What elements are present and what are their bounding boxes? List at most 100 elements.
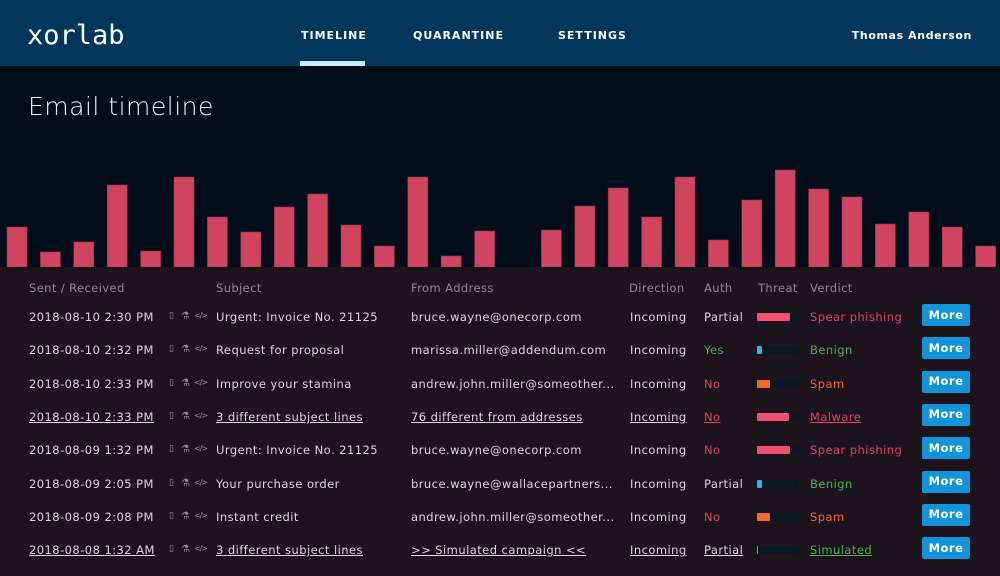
more-button[interactable]: More: [922, 537, 970, 560]
direction: Incoming: [630, 476, 687, 491]
chart-bar[interactable]: [708, 239, 729, 267]
more-button[interactable]: More: [922, 403, 970, 426]
top-navigation-bar: xorlab TIMELINE QUARANTINE SETTINGS Thom…: [0, 0, 1000, 66]
column-header-direction[interactable]: Direction: [629, 281, 685, 295]
from-address: bruce.wayne@wallacepartners...: [411, 476, 613, 491]
chart-bar[interactable]: [440, 255, 462, 267]
email-feature-icons: ▯ ⚗ </>: [166, 311, 208, 322]
chart-bar[interactable]: [340, 224, 362, 267]
verdict[interactable]: Malware: [810, 410, 861, 424]
chart-bar[interactable]: [541, 229, 562, 267]
more-button[interactable]: More: [922, 304, 970, 326]
verdict: Benign: [810, 343, 853, 358]
chart-bar[interactable]: [374, 245, 395, 267]
link-icon: ⚗: [181, 510, 190, 522]
chart-bar[interactable]: [273, 206, 295, 267]
column-header-threat[interactable]: Threat: [758, 281, 798, 295]
subject: Your purchase order: [216, 476, 340, 491]
chart-bar[interactable]: [875, 223, 896, 267]
from-address: andrew.john.miller@someother...: [411, 376, 615, 391]
column-header-sent[interactable]: Sent / Received: [29, 281, 125, 295]
auth-status[interactable]: Partial: [704, 543, 743, 557]
chart-bar[interactable]: [941, 226, 963, 267]
sent-received-date: 2018-08-09 2:08 PM: [29, 509, 154, 524]
table-row[interactable]: 2018-08-10 2:33 PM ▯ ⚗ </> Improve your stam…: [0, 370, 1000, 410]
chart-bar[interactable]: [240, 231, 262, 267]
table-row[interactable]: 2018-08-10 2:33 PM ▯ ⚗ </> 3 different subje…: [0, 403, 1000, 443]
subject: Urgent: Invoice No. 21125: [216, 443, 378, 458]
direction: Incoming: [630, 443, 687, 458]
email-feature-icons: ▯ ⚗ </>: [166, 344, 208, 355]
code-icon: </>: [194, 311, 208, 320]
code-icon: </>: [194, 410, 208, 420]
more-button[interactable]: More: [922, 337, 970, 360]
from-address[interactable]: >> Simulated campaign <<: [411, 543, 586, 557]
more-button[interactable]: More: [922, 437, 970, 460]
nav-tab-quarantine[interactable]: QUARANTINE: [413, 29, 504, 43]
nav-tab-settings[interactable]: SETTINGS: [558, 29, 627, 43]
subject: Instant credit: [216, 509, 299, 524]
more-button[interactable]: More: [922, 503, 970, 526]
threat-meter: [757, 346, 799, 355]
chart-bar[interactable]: [574, 205, 596, 267]
auth-status: Yes: [704, 343, 724, 358]
direction: Incoming: [630, 509, 687, 524]
chart-bar[interactable]: [774, 169, 796, 267]
direction[interactable]: Incoming: [630, 410, 687, 424]
chart-bar[interactable]: [140, 250, 161, 267]
email-feature-icons: ▯ ⚗ </>: [166, 478, 208, 489]
chart-bar[interactable]: [6, 226, 28, 267]
chart-bar[interactable]: [741, 199, 763, 267]
table-row[interactable]: 2018-08-09 1:32 PM ▯ ⚗ </> Urgent: Invoice N…: [0, 437, 1000, 476]
direction[interactable]: Incoming: [630, 543, 687, 557]
nav-tab-timeline[interactable]: TIMELINE: [301, 29, 367, 43]
chart-bar[interactable]: [307, 193, 328, 267]
threat-meter-fill: [757, 313, 790, 321]
attachment-icon: ▯: [169, 510, 174, 521]
chart-bar[interactable]: [407, 176, 429, 267]
chart-bar[interactable]: [841, 196, 863, 267]
column-header-from[interactable]: From Address: [411, 281, 494, 295]
sent-received-date[interactable]: 2018-08-10 2:33 PM: [29, 410, 154, 424]
auth-status: No: [704, 509, 721, 524]
email-feature-icons: ▯ ⚗ </>: [166, 410, 208, 422]
chart-bar[interactable]: [40, 251, 61, 267]
subject[interactable]: 3 different subject lines: [216, 543, 363, 557]
verdict: Spear phishing: [810, 443, 903, 458]
sent-received-date[interactable]: 2018-08-08 1:32 AM: [29, 543, 155, 557]
page-title: Email timeline: [28, 92, 214, 121]
chart-bar[interactable]: [808, 188, 829, 267]
chart-bar[interactable]: [908, 211, 930, 267]
chart-bar[interactable]: [73, 241, 95, 267]
more-button[interactable]: More: [922, 470, 970, 493]
column-header-verdict[interactable]: Verdict: [810, 281, 853, 295]
chart-bar[interactable]: [207, 216, 228, 267]
column-header-auth[interactable]: Auth: [704, 281, 733, 295]
table-row[interactable]: 2018-08-10 2:32 PM ▯ ⚗ </> Request for propo…: [0, 337, 1000, 376]
threat-meter: [757, 446, 799, 455]
chart-bar[interactable]: [641, 216, 662, 267]
chart-bar[interactable]: [106, 184, 128, 267]
table-row[interactable]: 2018-08-09 2:08 PM ▯ ⚗ </> Instant credit and…: [0, 503, 1000, 543]
code-icon: </>: [194, 344, 208, 354]
more-button[interactable]: More: [922, 370, 970, 393]
chart-bar[interactable]: [607, 187, 629, 267]
table-row[interactable]: 2018-08-08 1:32 AM ▯ ⚗ </> 3 different subje…: [0, 537, 1000, 576]
user-name-menu[interactable]: Thomas Anderson: [852, 29, 972, 43]
auth-status[interactable]: No: [704, 410, 721, 424]
table-row[interactable]: 2018-08-10 2:30 PM ▯ ⚗ </> Urgent: Invoice N…: [0, 304, 1000, 343]
from-address: andrew.john.miller@someother...: [411, 509, 615, 524]
xorlab-logo[interactable]: xorlab: [27, 21, 125, 51]
chart-bar[interactable]: [474, 230, 495, 267]
verdict[interactable]: Simulated: [810, 543, 872, 557]
chart-bar[interactable]: [975, 245, 996, 267]
chart-bar[interactable]: [173, 176, 195, 267]
from-address[interactable]: 76 different from addresses: [411, 410, 583, 424]
column-header-subject[interactable]: Subject: [216, 281, 262, 295]
table-row[interactable]: 2018-08-09 2:05 PM ▯ ⚗ </> Your purchase ord…: [0, 470, 1000, 510]
attachment-icon: ▯: [169, 311, 174, 321]
chart-bar[interactable]: [674, 176, 696, 267]
code-icon: </>: [194, 544, 208, 554]
threat-meter: [757, 313, 799, 321]
subject[interactable]: 3 different subject lines: [216, 410, 363, 424]
